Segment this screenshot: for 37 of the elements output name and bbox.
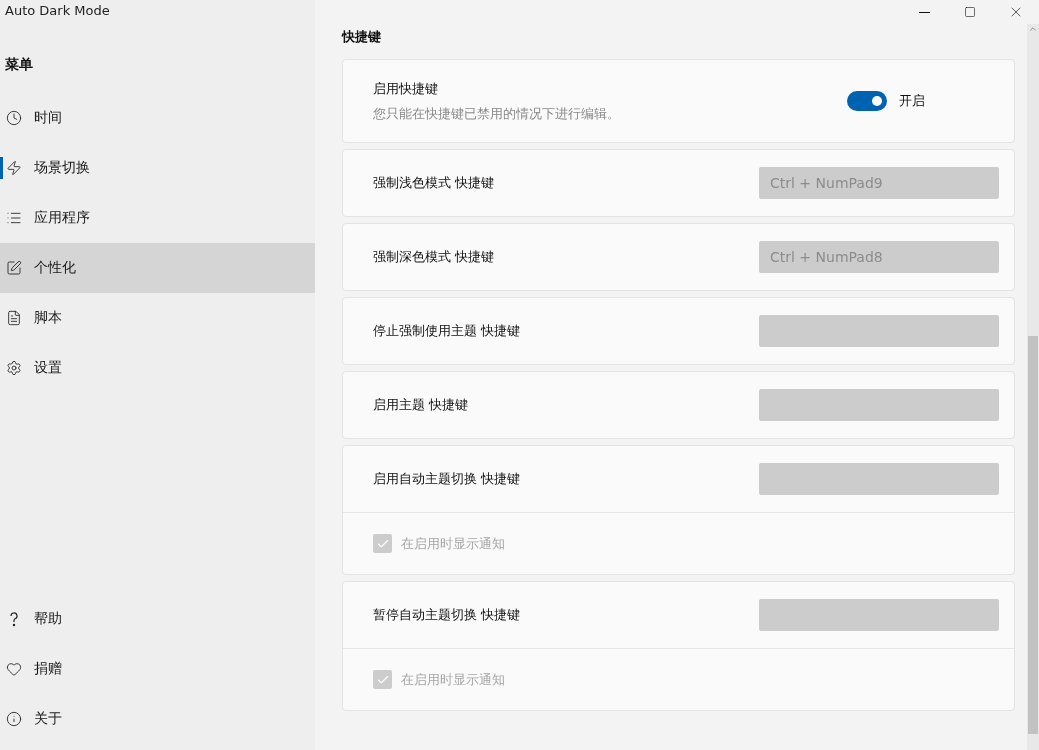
nav-item[interactable]: 帮助 xyxy=(0,594,315,644)
toggle-state-label: 开启 xyxy=(899,92,925,110)
window-title: Auto Dark Mode xyxy=(4,2,111,20)
list-icon xyxy=(6,210,22,226)
pen-icon xyxy=(6,260,22,276)
settings-icon xyxy=(6,360,22,376)
nav-item[interactable]: 个性化 xyxy=(0,243,315,293)
scroll-up-icon[interactable] xyxy=(1028,24,1038,34)
nav-item[interactable]: 脚本 xyxy=(0,293,315,343)
section-title: 快捷键 xyxy=(342,28,382,46)
setting-label: 强制浅色模式 快捷键 xyxy=(373,174,496,192)
nav-item[interactable]: 应用程序 xyxy=(0,193,315,243)
setting-label: 停止强制使用主题 快捷键 xyxy=(373,322,522,340)
checkbox-label: 在启用时显示通知 xyxy=(401,670,505,689)
clock-icon xyxy=(6,110,22,126)
scrollbar[interactable] xyxy=(1027,24,1039,750)
lightning-icon xyxy=(6,160,22,176)
heart-icon xyxy=(6,661,22,677)
toggle-switch[interactable] xyxy=(847,91,887,111)
checkbox-label: 在启用时显示通知 xyxy=(401,534,505,553)
setting-label: 启用自动主题切换 快捷键 xyxy=(373,470,522,488)
setting-label: 启用主题 快捷键 xyxy=(373,396,470,414)
info-icon xyxy=(6,711,22,727)
document-icon xyxy=(6,310,22,326)
maximize-icon xyxy=(964,6,976,18)
scrollbar-thumb[interactable] xyxy=(1028,336,1038,734)
setting-label: 强制深色模式 快捷键 xyxy=(373,248,496,266)
setting-label: 启用快捷键 xyxy=(373,79,439,98)
minimize-icon xyxy=(918,11,930,13)
nav-item[interactable]: 关于 xyxy=(0,694,315,744)
nav-item[interactable]: 场景切换 xyxy=(0,143,315,193)
setting-label: 暂停自动主题切换 快捷键 xyxy=(373,606,522,624)
menu-heading: 菜单 xyxy=(4,56,34,74)
nav-item[interactable]: 设置 xyxy=(0,343,315,393)
nav-item[interactable]: 捐赠 xyxy=(0,644,315,694)
nav-item[interactable]: 时间 xyxy=(0,93,315,143)
setting-description: 您只能在快捷键已禁用的情况下进行编辑。 xyxy=(373,105,621,123)
